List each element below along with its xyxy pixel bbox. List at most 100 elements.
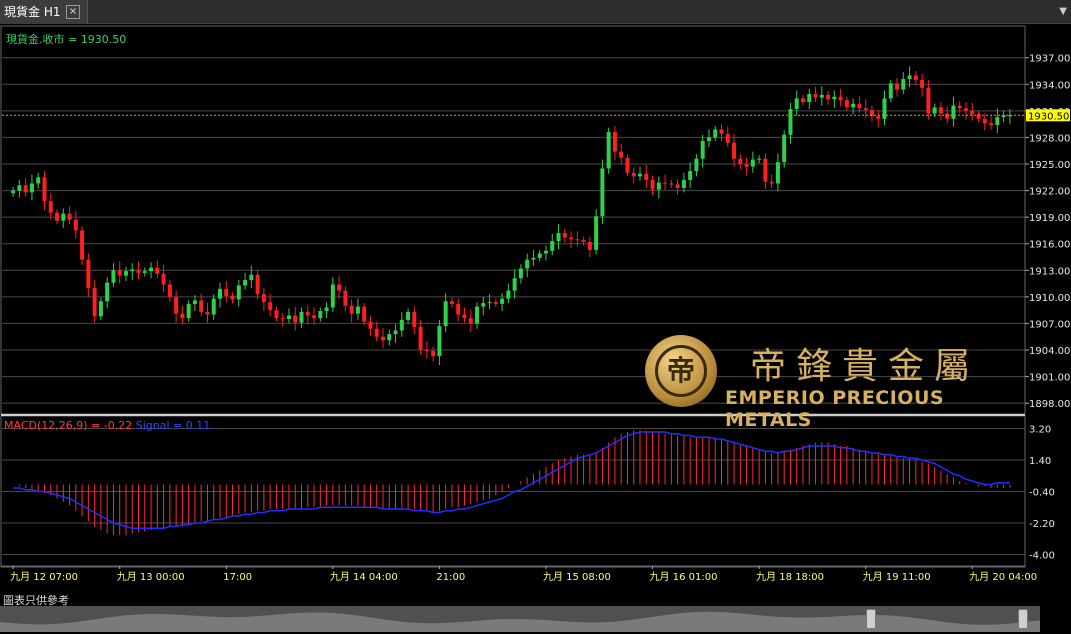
scrollbar-right-handle[interactable]	[1018, 609, 1028, 629]
candle-body	[393, 330, 398, 335]
scrollbar-left-handle[interactable]	[866, 609, 876, 629]
candle-body	[594, 216, 599, 250]
macd-tick-label: -2.20	[1029, 519, 1055, 530]
candle-body	[180, 313, 185, 319]
candle-body	[236, 285, 241, 300]
candle-body	[255, 274, 260, 295]
candle-body	[136, 269, 141, 273]
candle-body	[117, 270, 122, 276]
candle-body	[130, 269, 135, 272]
candle-body	[537, 253, 542, 258]
price-tick-label: 1898.00	[1029, 399, 1070, 410]
x-tick-label: 九月 15 08:00	[543, 571, 611, 583]
macd-tick-label: -0.40	[1029, 488, 1055, 499]
macd-tick-label: 3.20	[1029, 425, 1051, 436]
candle-body	[55, 212, 60, 221]
brand-logo-glyph: 帝	[655, 345, 707, 397]
candle-body	[995, 117, 1000, 126]
candle-body	[174, 296, 179, 314]
x-tick-label: 九月 12 07:00	[10, 571, 78, 583]
price-chart[interactable]: 1937.001934.001931.001928.001925.001922.…	[0, 0, 1071, 592]
price-tick-label: 1904.00	[1029, 346, 1070, 357]
candle-body	[324, 307, 329, 312]
candle-body	[167, 284, 172, 297]
candle-body	[343, 290, 348, 306]
candle-body	[205, 311, 210, 315]
candle-body	[606, 132, 611, 169]
candle-body	[644, 173, 649, 180]
candle-body	[506, 290, 511, 299]
price-tick-label: 1925.00	[1029, 160, 1070, 171]
candle-body	[318, 311, 323, 319]
candle-body	[330, 284, 335, 308]
candle-body	[857, 103, 862, 109]
candle-body	[650, 179, 655, 190]
candle-body	[982, 118, 987, 124]
macd-tick-label: 1.40	[1029, 456, 1051, 467]
candle-body	[123, 271, 128, 276]
candle-body	[769, 181, 774, 184]
candle-body	[230, 295, 235, 300]
candle-body	[42, 177, 47, 202]
candle-body	[926, 87, 931, 114]
x-tick-label: 17:00	[223, 572, 252, 583]
candle-body	[500, 298, 505, 304]
candle-body	[192, 300, 197, 304]
candle-body	[261, 294, 266, 303]
candle-body	[556, 233, 561, 242]
brand-watermark: 帝 帝鋒貴金屬 EMPERIO PRECIOUS METALS	[645, 335, 1025, 431]
candle-body	[675, 184, 680, 188]
candle-body	[437, 326, 442, 357]
candle-body	[481, 303, 486, 307]
candle-body	[989, 123, 994, 126]
candle-body	[732, 142, 737, 159]
candle-body	[305, 311, 310, 316]
candle-body	[694, 158, 699, 172]
candle-body	[844, 100, 849, 108]
candle-body	[80, 230, 85, 260]
candle-body	[368, 321, 373, 329]
brand-english-name: EMPERIO PRECIOUS METALS	[725, 387, 945, 431]
price-tick-label: 1928.00	[1029, 133, 1070, 144]
candle-body	[750, 159, 755, 167]
candle-body	[349, 305, 354, 314]
candle-body	[149, 267, 154, 272]
candle-body	[757, 158, 762, 160]
candle-body	[274, 310, 279, 319]
candle-body	[932, 107, 937, 114]
overview-silhouette	[0, 611, 1040, 632]
candle-body	[155, 267, 160, 274]
signal-line	[13, 431, 1010, 530]
candle-body	[719, 129, 724, 134]
candle-body	[493, 302, 498, 304]
candle-body	[218, 288, 223, 299]
x-tick-label: 九月 13 00:00	[117, 571, 185, 583]
candle-body	[800, 98, 805, 102]
chart-scrollbar[interactable]	[0, 606, 1040, 632]
candle-body	[763, 158, 768, 182]
brand-logo: 帝	[645, 335, 717, 407]
candle-body	[775, 162, 780, 184]
candle-body	[424, 350, 429, 351]
candle-body	[531, 257, 536, 260]
candle-body	[211, 298, 216, 315]
candle-body	[36, 177, 41, 184]
candle-body	[161, 273, 166, 285]
candle-body	[725, 133, 730, 143]
candle-body	[619, 151, 624, 158]
signal-legend-value: Signal = 0.11	[135, 419, 211, 432]
candle-body	[819, 94, 824, 98]
price-tick-label: 1934.00	[1029, 80, 1070, 91]
candle-body	[788, 109, 793, 135]
candle-body	[876, 116, 881, 119]
candle-body	[838, 96, 843, 101]
candle-body	[17, 185, 22, 191]
candle-body	[945, 113, 950, 119]
candle-body	[518, 268, 523, 279]
candle-body	[224, 288, 229, 296]
candle-body	[468, 318, 473, 324]
current-price-label: 1930.50	[1028, 111, 1069, 122]
candle-body	[67, 213, 72, 220]
candle-body	[61, 213, 66, 221]
candle-body	[938, 107, 943, 114]
